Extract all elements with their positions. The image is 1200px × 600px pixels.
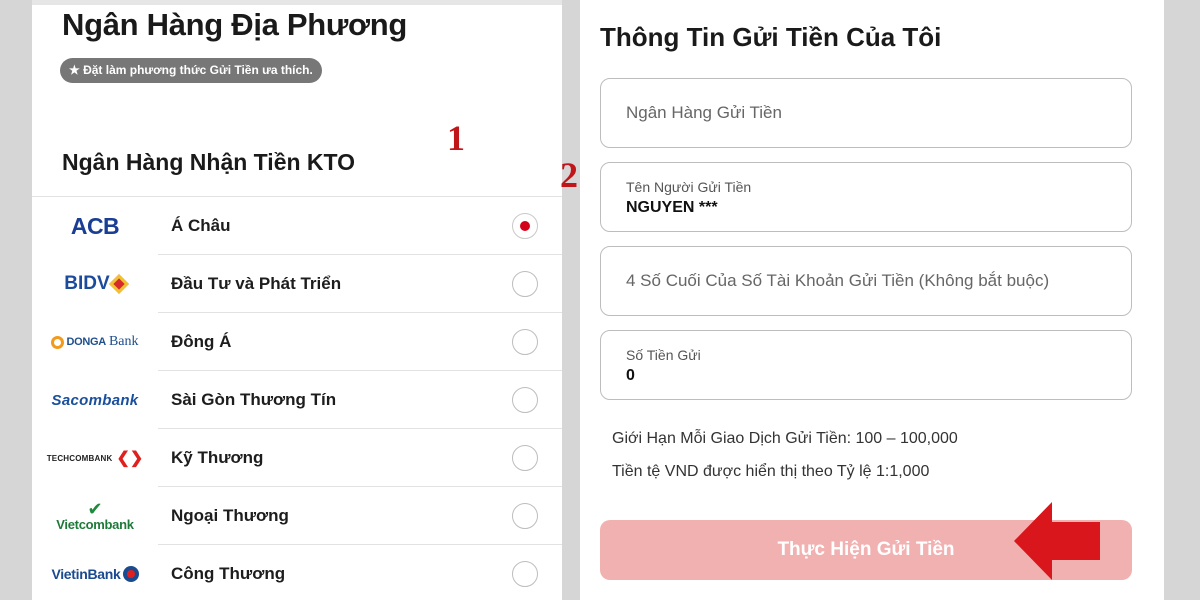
- deposit-limit-text: Giới Hạn Mỗi Giao Dịch Gửi Tiền: 100 – 1…: [612, 430, 958, 447]
- sacombank-logo: Sacombank: [32, 371, 158, 429]
- account-last4-placeholder: 4 Số Cuối Của Số Tài Khoản Gửi Tiền (Khô…: [626, 271, 1050, 290]
- bank-option-bidv[interactable]: BIDV Đầu Tư và Phát Triển: [32, 255, 562, 313]
- set-preferred-method-button[interactable]: ★ Đặt làm phương thức Gửi Tiền ưa thích.: [60, 58, 322, 83]
- acb-logo: ACB: [32, 197, 158, 255]
- bank-option-vietinbank[interactable]: VietinBank Công Thương: [32, 545, 562, 600]
- techcombank-logo: TECHCOMBANK ❮❯: [32, 429, 158, 487]
- bank-selection-panel: Ngân Hàng Địa Phương ★ Đặt làm phương th…: [32, 0, 562, 600]
- bidv-logo-text: BIDV: [64, 273, 110, 294]
- deposit-info-panel: Thông Tin Gửi Tiền Của Tôi Ngân Hàng Gửi…: [580, 0, 1164, 600]
- vietcombank-logo: ✔ Vietcombank: [32, 487, 158, 545]
- donga-logo-text: DONGA: [66, 336, 106, 348]
- bank-option-sacombank[interactable]: Sacombank Sài Gòn Thương Tín: [32, 371, 562, 429]
- bank-radio-selected[interactable]: [512, 213, 538, 239]
- bank-option-techcombank[interactable]: TECHCOMBANK ❮❯ Kỹ Thương: [32, 429, 562, 487]
- sacombank-logo-text: Sacombank: [51, 391, 139, 409]
- vietinbank-logo: VietinBank: [32, 545, 158, 600]
- bank-radio[interactable]: [512, 503, 538, 529]
- bank-radio[interactable]: [512, 445, 538, 471]
- vietinbank-circle-icon: [122, 566, 139, 582]
- deposit-amount-value: 0: [626, 367, 635, 384]
- bank-radio[interactable]: [512, 271, 538, 297]
- deposit-amount-field[interactable]: Số Tiền Gửi 0: [600, 330, 1132, 400]
- sender-name-label: Tên Người Gửi Tiền: [626, 179, 752, 195]
- bank-name: Ngoại Thương: [171, 506, 289, 525]
- sender-name-value: NGUYEN ***: [626, 199, 718, 216]
- vietcombank-leaf-icon: ✔: [87, 498, 103, 519]
- sender-name-field[interactable]: Tên Người Gửi Tiền NGUYEN ***: [600, 162, 1132, 232]
- step-2-annotation: 2: [560, 155, 578, 195]
- bank-radio[interactable]: [512, 561, 538, 587]
- deposit-bank-field[interactable]: Ngân Hàng Gửi Tiền: [600, 78, 1132, 148]
- bank-name: Á Châu: [171, 216, 231, 235]
- bank-name: Sài Gòn Thương Tín: [171, 390, 337, 409]
- deposit-bank-placeholder: Ngân Hàng Gửi Tiền: [626, 103, 782, 122]
- bank-radio[interactable]: [512, 329, 538, 355]
- bank-name: Công Thương: [171, 564, 286, 583]
- kto-receiving-bank-heading: Ngân Hàng Nhận Tiền KTO: [62, 149, 356, 175]
- bank-list: ACB Á Châu BIDV Đầu Tư và Phát Triển DON…: [32, 196, 562, 600]
- acb-logo-text: ACB: [70, 212, 120, 239]
- step-1-annotation: 1: [447, 118, 465, 158]
- bank-name: Đầu Tư và Phát Triển: [171, 274, 342, 293]
- bidv-logo: BIDV: [32, 255, 158, 313]
- red-arrow-icon: [1014, 502, 1100, 580]
- donga-circle-icon: [51, 335, 65, 349]
- account-last4-field[interactable]: 4 Số Cuối Của Số Tài Khoản Gửi Tiền (Khô…: [600, 246, 1132, 316]
- techcombank-chevron-icon: ❮❯: [116, 450, 144, 467]
- donga-logo: DONGA Bank: [32, 313, 158, 371]
- deposit-amount-label: Số Tiền Gửi: [626, 347, 701, 363]
- vietcombank-logo-text: Vietcombank: [56, 516, 134, 532]
- bank-option-donga[interactable]: DONGA Bank Đông Á: [32, 313, 562, 371]
- local-bank-title: Ngân Hàng Địa Phương: [62, 7, 408, 42]
- vietinbank-logo-text: VietinBank: [51, 566, 121, 582]
- bidv-diamond-icon: [108, 274, 129, 294]
- bank-option-acb[interactable]: ACB Á Châu: [32, 197, 562, 255]
- bank-name: Đông Á: [171, 332, 232, 351]
- techcombank-logo-text: TECHCOMBANK: [46, 453, 113, 463]
- bank-option-vietcombank[interactable]: ✔ Vietcombank Ngoại Thương: [32, 487, 562, 545]
- deposit-info-title: Thông Tin Gửi Tiền Của Tôi: [600, 22, 942, 52]
- donga-logo-text-bank: Bank: [108, 334, 139, 349]
- bank-name: Kỹ Thương: [171, 448, 264, 467]
- currency-rate-text: Tiền tệ VND được hiển thị theo Tỷ lệ 1:1…: [612, 463, 930, 480]
- bank-radio[interactable]: [512, 387, 538, 413]
